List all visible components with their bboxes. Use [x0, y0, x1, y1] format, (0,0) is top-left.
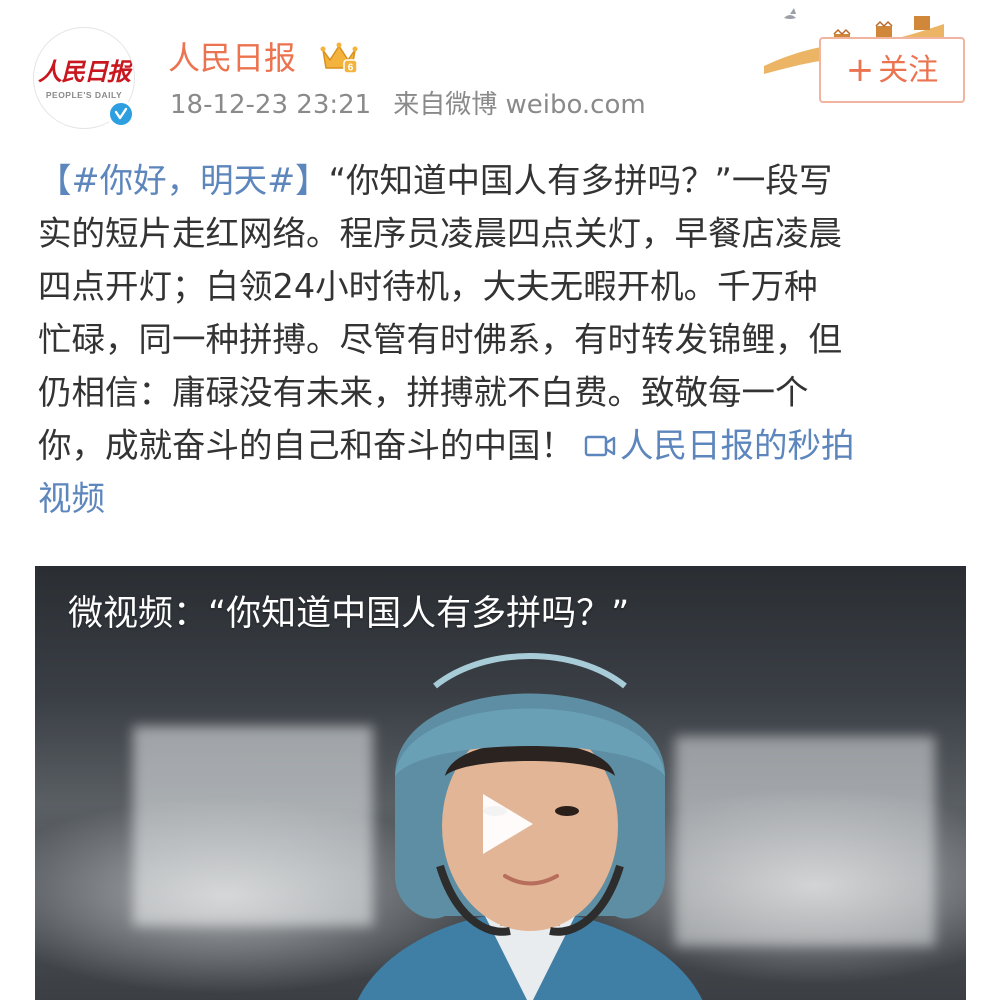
follow-button-label: 关注: [878, 53, 939, 88]
post-meta: 18-12-23 23:21 来自微博 weibo.com: [170, 88, 646, 122]
post-text-line: 四点开灯；白领24小时待机，大夫无暇开机。千万种: [38, 267, 818, 306]
post-text-segment: 你，成就奋斗的自己和奋斗的中国！: [38, 426, 574, 465]
post-text-line: 忙碌，同一种拼搏。尽管有时佛系，有时转发锦鲤，但: [38, 320, 842, 359]
video-title: 微视频：“你知道中国人有多拼吗？”: [68, 594, 630, 634]
avatar-logo-cn: 人民日报: [38, 57, 131, 86]
post-text-segment: “你知道中国人有多拼吗？”一段写: [328, 161, 833, 200]
video-link-label: 人民日报的秒拍: [620, 426, 855, 465]
post-text-line: 视频: [38, 472, 968, 525]
follow-button[interactable]: + 关注: [819, 37, 965, 103]
video-link-icon: [584, 435, 616, 457]
video-link-continued[interactable]: 视频: [38, 479, 105, 518]
post-text: 【#你好，明天#】“你知道中国人有多拼吗？”一段写 实的短片走红网络。程序员凌晨…: [38, 154, 968, 525]
video-link[interactable]: 人民日报的秒拍: [574, 426, 855, 465]
avatar-logo-en: PEOPLE'S DAILY: [45, 90, 123, 100]
post-text-line: 【#你好，明天#】“你知道中国人有多拼吗？”一段写: [38, 154, 968, 207]
post-text-line: 仍相信：庸碌没有未来，拼搏就不白费。致敬每一个: [38, 373, 809, 412]
video-player[interactable]: 微视频：“你知道中国人有多拼吗？”: [35, 566, 966, 1000]
post-timestamp[interactable]: 18-12-23 23:21: [170, 90, 371, 120]
post-source: 来自微博 weibo.com: [393, 90, 646, 120]
post-text-line: 你，成就奋斗的自己和奋斗的中国！ 人民日报的秒拍: [38, 419, 968, 472]
username-link[interactable]: 人民日报: [168, 38, 296, 78]
verified-icon: [107, 100, 135, 128]
plus-icon: +: [845, 50, 875, 90]
post-text-line: 实的短片走红网络。程序员凌晨四点关灯，早餐店凌晨: [38, 214, 842, 253]
play-icon[interactable]: [469, 788, 541, 860]
weibo-post: 人民日报 PEOPLE'S DAILY 人民日报 6 18-12-23 23:2…: [0, 0, 1000, 1000]
crown-icon: 6: [320, 42, 358, 74]
hashtag-link[interactable]: 【#你好，明天#】: [38, 161, 329, 200]
svg-text:6: 6: [348, 63, 354, 74]
